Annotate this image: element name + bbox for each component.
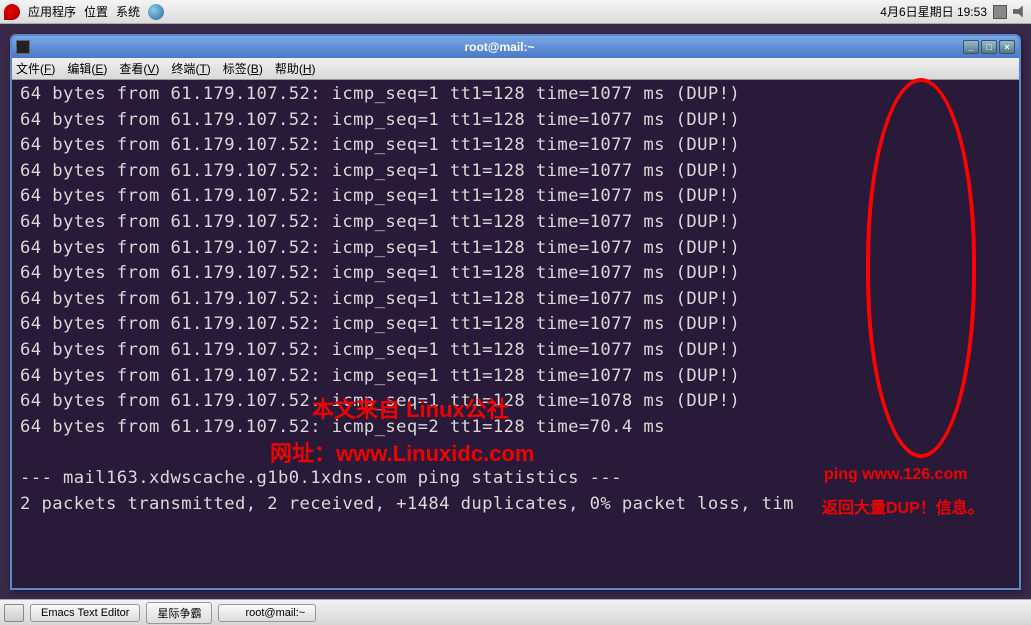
task-label: root@mail:~ xyxy=(245,607,305,619)
terminal-line: 64 bytes from 61.179.107.52: icmp_seq=2 … xyxy=(20,415,1011,441)
terminal-line: 64 bytes from 61.179.107.52: icmp_seq=1 … xyxy=(20,184,1011,210)
terminal-line: 64 bytes from 61.179.107.52: icmp_seq=1 … xyxy=(20,159,1011,185)
terminal-line xyxy=(20,440,1011,466)
menu-tabs[interactable]: 标签(B) xyxy=(223,60,263,77)
browser-launcher-icon[interactable] xyxy=(148,4,164,20)
menu-help[interactable]: 帮助(H) xyxy=(275,60,316,77)
terminal-line: 64 bytes from 61.179.107.52: icmp_seq=1 … xyxy=(20,108,1011,134)
menu-edit[interactable]: 编辑(E) xyxy=(67,60,107,77)
annotation-note1: ping www.126.com xyxy=(824,466,967,484)
minimize-button[interactable]: _ xyxy=(963,40,979,54)
menu-places[interactable]: 位置 xyxy=(84,3,108,20)
terminal-line: 64 bytes from 61.179.107.52: icmp_seq=1 … xyxy=(20,364,1011,390)
terminal-line: 64 bytes from 61.179.107.52: icmp_seq=1 … xyxy=(20,133,1011,159)
volume-icon[interactable] xyxy=(1013,6,1027,18)
terminal-line: 64 bytes from 61.179.107.52: icmp_seq=1 … xyxy=(20,338,1011,364)
window-titlebar[interactable]: root@mail:~ _ □ × xyxy=(12,36,1019,58)
clock[interactable]: 4月6日星期日 19:53 xyxy=(880,3,987,20)
terminal-line: 64 bytes from 61.179.107.52: icmp_seq=1 … xyxy=(20,210,1011,236)
menu-system[interactable]: 系统 xyxy=(116,3,140,20)
annotation-note2: 返回大量DUP！信息。 xyxy=(822,494,984,518)
terminal-line: 64 bytes from 61.179.107.52: icmp_seq=1 … xyxy=(20,312,1011,338)
window-title: root@mail:~ xyxy=(36,40,963,54)
menu-view[interactable]: 查看(V) xyxy=(119,60,159,77)
menu-applications[interactable]: 应用程序 xyxy=(28,3,76,20)
task-label: Emacs Text Editor xyxy=(41,607,129,619)
terminal-icon xyxy=(16,40,30,54)
task-label: 星际争霸 xyxy=(157,605,201,621)
task-starcraft[interactable]: 星际争霸 xyxy=(146,602,212,624)
terminal-line: 64 bytes from 61.179.107.52: icmp_seq=1 … xyxy=(20,261,1011,287)
terminal-line: 64 bytes from 61.179.107.52: icmp_seq=1 … xyxy=(20,389,1011,415)
maximize-button[interactable]: □ xyxy=(981,40,997,54)
close-button[interactable]: × xyxy=(999,40,1015,54)
terminal-line: 64 bytes from 61.179.107.52: icmp_seq=1 … xyxy=(20,82,1011,108)
tray-icon[interactable] xyxy=(993,5,1007,19)
task-emacs[interactable]: Emacs Text Editor xyxy=(30,604,140,622)
terminal-window: root@mail:~ _ □ × 文件(F) 编辑(E) 查看(V) 终端(T… xyxy=(10,34,1021,590)
distro-icon xyxy=(4,4,20,20)
menu-terminal[interactable]: 终端(T) xyxy=(171,60,210,77)
task-terminal[interactable]: root@mail:~ xyxy=(218,604,316,622)
terminal-line: 64 bytes from 61.179.107.52: icmp_seq=1 … xyxy=(20,236,1011,262)
gnome-top-panel: 应用程序 位置 系统 4月6日星期日 19:53 xyxy=(0,0,1031,24)
terminal-icon xyxy=(229,607,241,619)
terminal-line: 64 bytes from 61.179.107.52: icmp_seq=1 … xyxy=(20,287,1011,313)
show-desktop-button[interactable] xyxy=(4,604,24,622)
gnome-bottom-panel: Emacs Text Editor 星际争霸 root@mail:~ xyxy=(0,599,1031,625)
terminal-menubar: 文件(F) 编辑(E) 查看(V) 终端(T) 标签(B) 帮助(H) xyxy=(12,58,1019,80)
menu-file[interactable]: 文件(F) xyxy=(16,60,55,77)
